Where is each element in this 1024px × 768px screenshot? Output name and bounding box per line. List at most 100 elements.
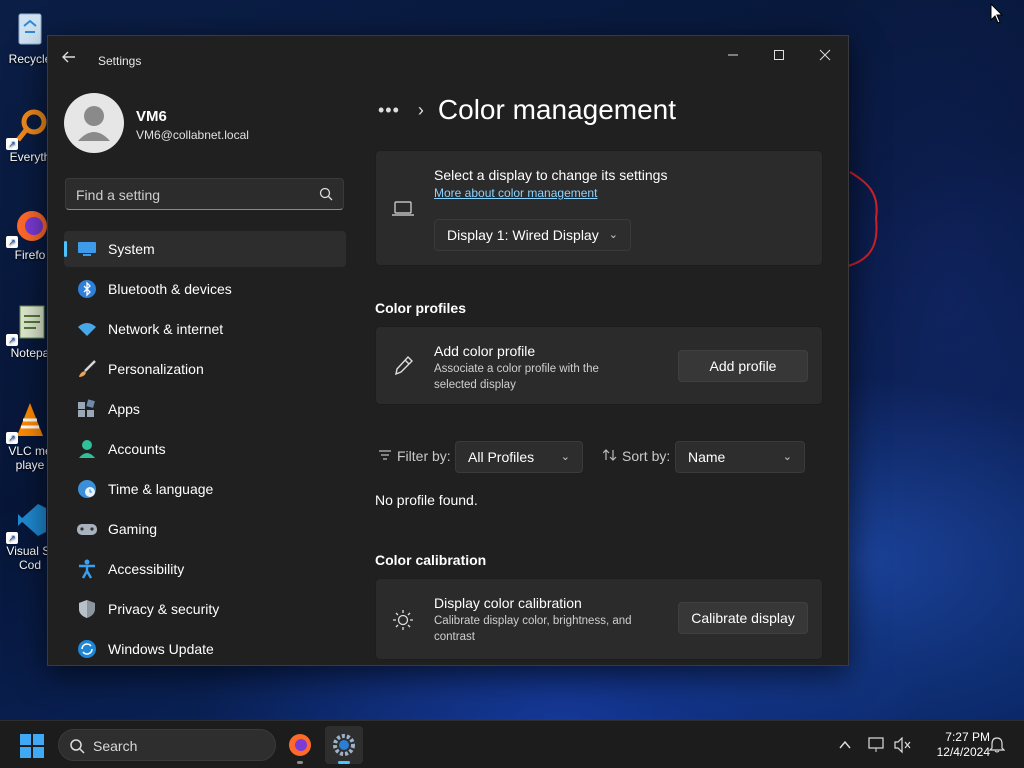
sidebar-item-label: Windows Update bbox=[108, 641, 214, 657]
sidebar-item-label: Apps bbox=[108, 401, 140, 417]
chevron-down-icon: ⌄ bbox=[608, 229, 618, 241]
windows-start-icon[interactable] bbox=[20, 734, 44, 758]
chevron-down-icon: ⌄ bbox=[560, 451, 570, 463]
active-indicator bbox=[338, 761, 350, 764]
sidebar-item-label: Gaming bbox=[108, 521, 158, 537]
clock-time: 7:27 PM bbox=[945, 730, 990, 744]
close-icon bbox=[819, 49, 831, 61]
monitor-icon bbox=[76, 238, 98, 260]
clock-date: 12/4/2024 bbox=[936, 745, 990, 759]
chevron-down-icon: ⌄ bbox=[782, 451, 792, 463]
shortcut-arrow-icon: ↗ bbox=[6, 334, 18, 346]
sidebar-item-time-language[interactable]: Time & language bbox=[64, 471, 346, 507]
sort-label: Sort by: bbox=[622, 448, 671, 464]
sidebar-item-accounts[interactable]: Accounts bbox=[64, 431, 346, 467]
red-annotation-stroke bbox=[847, 171, 878, 267]
taskbar: Search 7:27 PM 12/4/2024 bbox=[0, 720, 1024, 768]
accessibility-icon bbox=[76, 558, 98, 580]
breadcrumb-more-button[interactable]: ••• bbox=[378, 100, 400, 121]
user-email: VM6@collabnet.local bbox=[136, 128, 249, 142]
shortcut-arrow-icon: ↗ bbox=[6, 138, 18, 150]
network-icon[interactable] bbox=[868, 737, 886, 768]
brush-icon bbox=[76, 358, 98, 380]
notification-bell-icon[interactable] bbox=[989, 737, 1005, 768]
filter-dropdown[interactable]: All Profiles ⌄ bbox=[455, 441, 583, 473]
settings-window: Settings VM6 VM6@collabnet.local System … bbox=[47, 35, 849, 666]
taskbar-search[interactable]: Search bbox=[58, 729, 276, 761]
add-profile-button[interactable]: Add profile bbox=[678, 350, 808, 382]
find-setting-search[interactable] bbox=[65, 178, 344, 210]
taskbar-search-label: Search bbox=[93, 738, 138, 754]
vscode-icon: ↗ bbox=[6, 500, 50, 544]
sidebar-item-accessibility[interactable]: Accessibility bbox=[64, 551, 346, 587]
display-select-dropdown[interactable]: Display 1: Wired Display ⌄ bbox=[434, 219, 631, 251]
sidebar-item-label: Network & internet bbox=[108, 321, 224, 337]
search-icon bbox=[70, 739, 85, 754]
taskbar-clock[interactable]: 7:27 PM 12/4/2024 bbox=[918, 730, 990, 760]
sidebar-item-bluetooth[interactable]: Bluetooth & devices bbox=[64, 271, 346, 307]
sidebar-item-windows-update[interactable]: Windows Update bbox=[64, 631, 346, 665]
minimize-button[interactable] bbox=[710, 40, 756, 72]
firefox-icon: ↗ bbox=[6, 204, 50, 248]
chevron-up-icon[interactable] bbox=[838, 738, 852, 768]
search-input[interactable] bbox=[76, 186, 306, 204]
breadcrumb: ••• › Color management bbox=[378, 94, 676, 126]
search-icon[interactable] bbox=[319, 187, 333, 201]
recycle-bin-icon bbox=[10, 8, 50, 48]
display-calibration-card: Display color calibration Calibrate disp… bbox=[375, 578, 823, 660]
shield-icon bbox=[76, 598, 98, 620]
wifi-icon bbox=[76, 318, 98, 340]
sidebar-item-label: Privacy & security bbox=[108, 601, 220, 617]
sidebar-item-personalization[interactable]: Personalization bbox=[64, 351, 346, 387]
taskbar-firefox[interactable] bbox=[281, 726, 319, 764]
shortcut-arrow-icon: ↗ bbox=[6, 432, 18, 444]
sidebar-item-label: Accessibility bbox=[108, 561, 185, 577]
bluetooth-icon bbox=[76, 278, 98, 300]
notepad-icon: ↗ bbox=[6, 302, 50, 346]
display-select-card: Select a display to change its settings … bbox=[375, 150, 823, 266]
add-profile-subtitle: Associate a color profile with the selec… bbox=[434, 363, 599, 391]
close-button[interactable] bbox=[802, 40, 848, 72]
no-profile-message: No profile found. bbox=[375, 492, 478, 508]
shortcut-arrow-icon: ↗ bbox=[6, 236, 18, 248]
brightness-icon bbox=[393, 610, 413, 630]
sidebar-item-label: Time & language bbox=[108, 481, 214, 497]
sidebar-item-label: Bluetooth & devices bbox=[108, 281, 232, 297]
color-management-help-link[interactable]: More about color management bbox=[434, 185, 597, 201]
update-icon bbox=[76, 638, 98, 660]
sidebar-item-label: Personalization bbox=[108, 361, 204, 377]
color-profiles-heading: Color profiles bbox=[375, 300, 467, 316]
maximize-button[interactable] bbox=[756, 40, 802, 72]
sort-dropdown[interactable]: Name ⌄ bbox=[675, 441, 805, 473]
arrow-left-icon bbox=[62, 51, 75, 63]
sidebar-item-label: System bbox=[108, 241, 155, 257]
vlc-icon: ↗ bbox=[6, 400, 50, 444]
minimize-icon bbox=[728, 54, 738, 56]
sidebar-item-label: Accounts bbox=[108, 441, 166, 457]
calibrate-display-button[interactable]: Calibrate display bbox=[678, 602, 808, 634]
display-card-title: Select a display to change its settings bbox=[434, 167, 668, 183]
add-color-profile-card: Add color profile Associate a color prof… bbox=[375, 326, 823, 405]
running-indicator bbox=[297, 761, 303, 764]
person-icon bbox=[76, 438, 98, 460]
gamepad-icon bbox=[76, 518, 98, 540]
display-select-value: Display 1: Wired Display bbox=[447, 227, 599, 243]
mouse-cursor-icon bbox=[990, 3, 1004, 24]
page-title: Color management bbox=[437, 94, 677, 125]
color-calibration-heading: Color calibration bbox=[375, 552, 487, 568]
sidebar-item-privacy-security[interactable]: Privacy & security bbox=[64, 591, 346, 627]
shortcut-arrow-icon: ↗ bbox=[6, 532, 18, 544]
back-button[interactable] bbox=[62, 50, 84, 72]
sidebar-item-apps[interactable]: Apps bbox=[64, 391, 346, 427]
volume-muted-icon[interactable] bbox=[894, 737, 912, 768]
user-name: VM6 bbox=[136, 108, 167, 125]
sidebar-item-network[interactable]: Network & internet bbox=[64, 311, 346, 347]
avatar[interactable] bbox=[64, 93, 124, 153]
laptop-icon bbox=[392, 201, 414, 216]
sidebar-item-gaming[interactable]: Gaming bbox=[64, 511, 346, 547]
title-bar[interactable]: Settings bbox=[48, 36, 848, 84]
maximize-icon bbox=[774, 50, 784, 60]
taskbar-settings[interactable] bbox=[325, 726, 363, 764]
filter-value: All Profiles bbox=[468, 449, 535, 465]
sidebar-item-system[interactable]: System bbox=[64, 231, 346, 267]
